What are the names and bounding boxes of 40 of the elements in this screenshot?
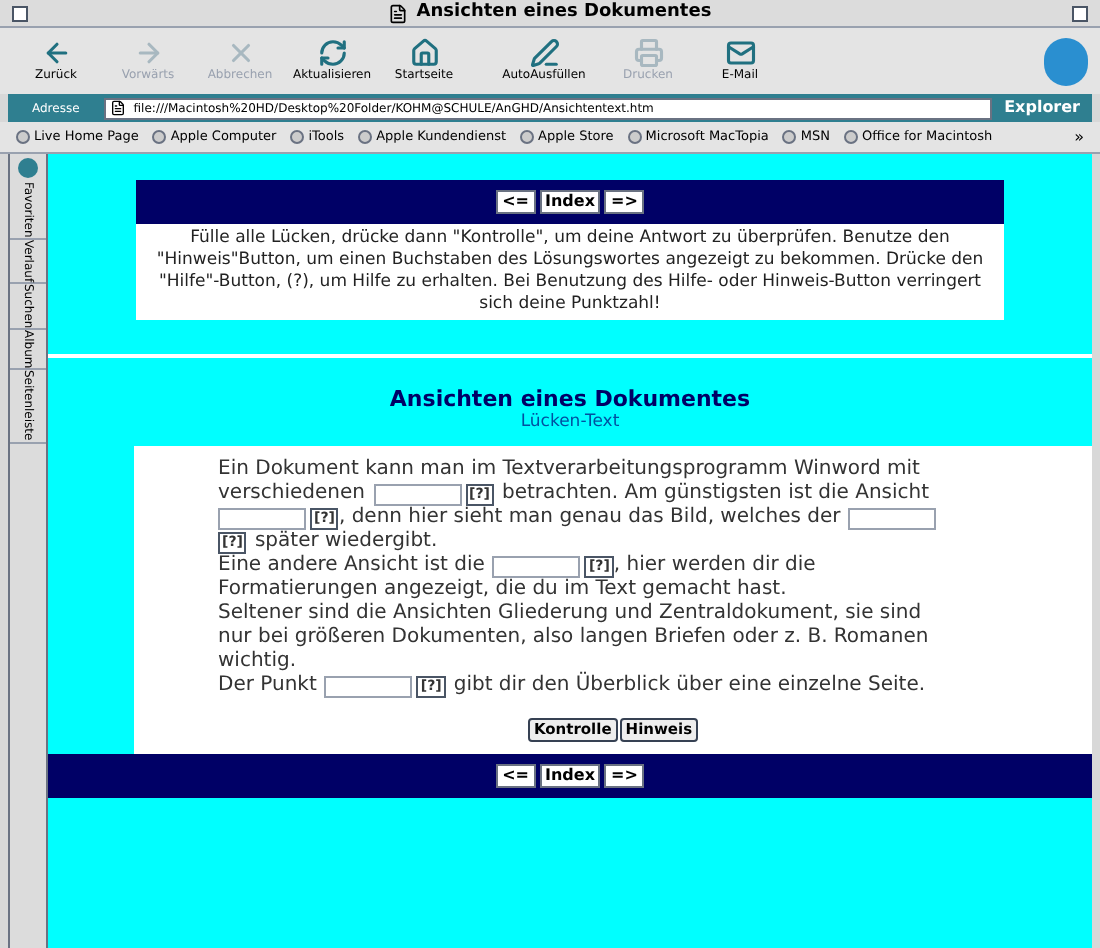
exercise-text: nur bei größeren Dokumenten, also langen Briefen oder z. B. Romanen [218,626,929,650]
printer-icon [633,38,663,68]
exercise-text: Eine andere Ansicht ist die [218,554,485,578]
pen-icon [529,38,559,68]
instructions-text: Fülle alle Lücken, drücke dann "Kontrolle", um deine Antwort zu überprüfen. Benutze den "Hinweis"Button, um einen Buchstaben des Lösungswortes angezeigt zu bekommen. Drücke den "Hilfe"-Button, (?), um Hilfe zu erhalten. Bei Benutzung des Hilfe- oder Hinweis-Button verringert sich deine Punktzahl! [136,224,1004,320]
zoom-box-icon[interactable] [1072,6,1088,22]
exercise-text: verschiedenen [218,482,365,506]
go-button[interactable]: Explorer [992,96,1092,120]
answer-field[interactable] [492,555,581,577]
nav-button[interactable]: Index [539,764,601,788]
exercise-text: Seltener sind die Ansichten Gliederung und Zentraldokument, sie sind [218,602,922,626]
close-box-icon[interactable] [12,6,28,22]
forward-arrow-icon [133,38,163,68]
nav-button[interactable]: <= [496,190,535,214]
exercise-text: gibt dir den Überblick über eine einzelne Seite. [453,674,926,698]
nav-button[interactable]: => [604,190,644,214]
mail-icon [725,38,755,68]
exercise-text: wichtig. [218,650,297,674]
more-button[interactable]: » [1074,125,1084,149]
home-icon [409,38,439,68]
refresh-icon [317,38,347,68]
nav-button[interactable]: <= [496,764,535,788]
exercise-text: Formatierungen angezeigt, die du im Text gemacht hast. [218,578,787,602]
answer-field[interactable] [218,507,306,529]
answer-field[interactable] [373,483,461,505]
nav-button[interactable]: Index [539,190,601,214]
answer-field[interactable] [848,507,937,529]
exercise-text: Der Punkt [218,674,317,698]
exercise-text: betrachten. Am günstigsten ist die Ansicht [501,482,930,506]
exercise-text: , hier werden dir die [613,554,816,578]
window-title: Ansichten eines Dokumentes [416,0,712,26]
answer-field[interactable] [324,675,413,697]
exercise-text: , denn hier sieht man genau das Bild, welches der [338,506,841,530]
exercise-subtitle: Lücken-Text [518,412,622,432]
nav-button[interactable]: => [604,764,644,788]
exercise-text: später wiedergibt. [254,530,438,554]
exercise-text: Ein Dokument kann man im Textverarbeitungsprogramm Winword mit [218,458,920,482]
document-icon [388,3,409,23]
page-icon [109,100,126,116]
exercise-title: Ansichten eines Dokumentes [387,386,753,412]
